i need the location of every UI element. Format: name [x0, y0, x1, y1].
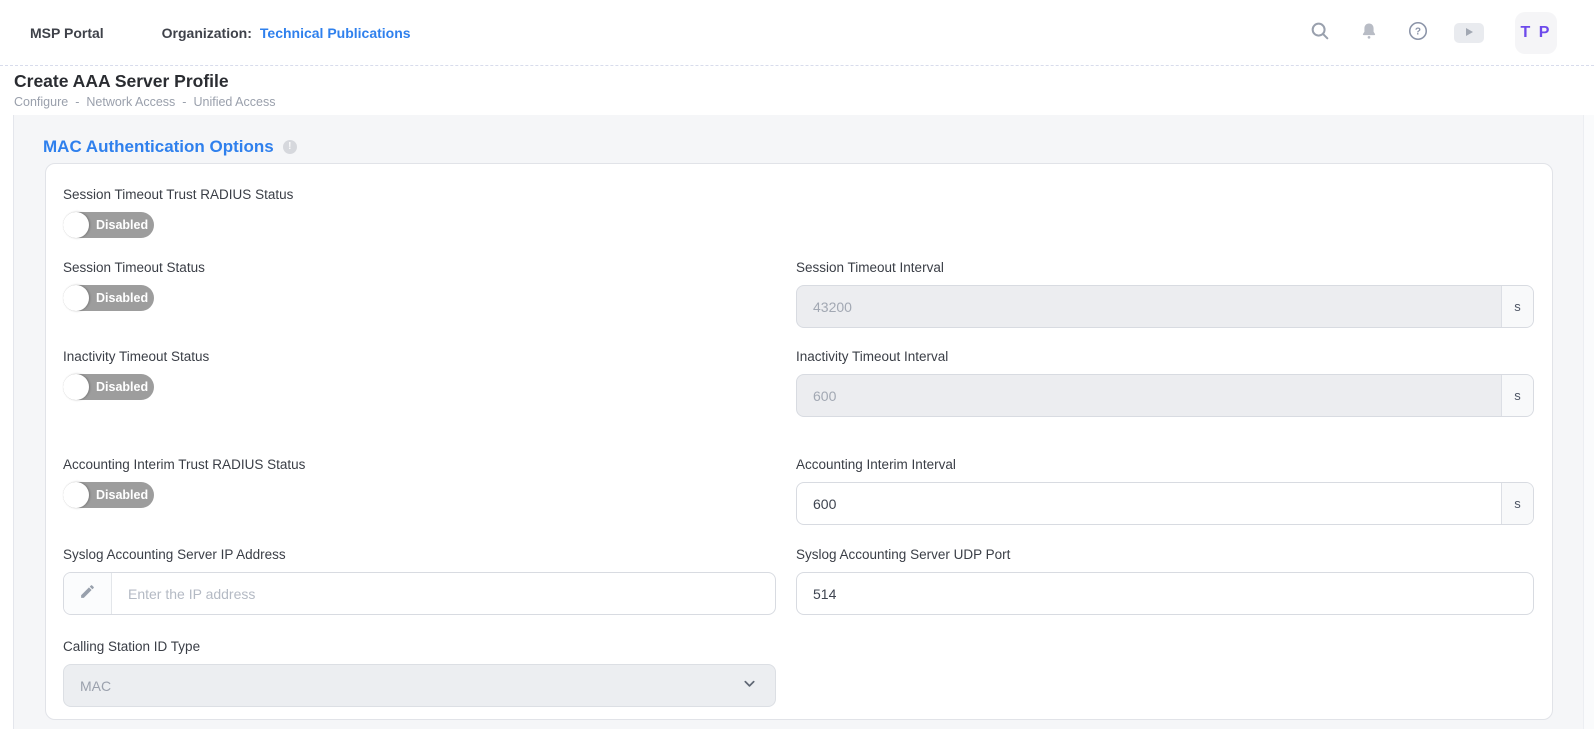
toggle-knob — [63, 285, 89, 311]
mac-auth-options-card: Session Timeout Trust RADIUS Status Disa… — [45, 163, 1553, 720]
page-title: Create AAA Server Profile — [14, 70, 1594, 92]
row-session-timeout-trust: Session Timeout Trust RADIUS Status Disa… — [63, 187, 1534, 238]
edit-addon — [64, 573, 112, 614]
breadcrumb-separator: - — [75, 95, 79, 109]
select-value: MAC — [80, 678, 742, 694]
top-header: MSP Portal Organization: Technical Publi… — [0, 0, 1594, 66]
toggle-state-label: Disabled — [96, 291, 148, 305]
organization-link[interactable]: Technical Publications — [260, 25, 411, 41]
organization-label: Organization: — [162, 25, 252, 41]
session-timeout-status-toggle[interactable]: Disabled — [63, 285, 154, 311]
section-title: MAC Authentication Options — [43, 137, 274, 157]
chevron-down-icon — [742, 676, 757, 696]
play-icon — [1464, 25, 1474, 40]
syslog-port-input[interactable] — [797, 573, 1533, 614]
accounting-interim-trust-label: Accounting Interim Trust RADIUS Status — [63, 457, 776, 473]
breadcrumb-configure[interactable]: Configure — [14, 95, 68, 109]
session-timeout-status-label: Session Timeout Status — [63, 260, 776, 276]
header-actions: ? T P — [1307, 12, 1557, 54]
session-timeout-interval-input[interactable] — [797, 286, 1501, 327]
inactivity-timeout-status-label: Inactivity Timeout Status — [63, 349, 776, 365]
search-button[interactable] — [1307, 20, 1333, 46]
svg-text:?: ? — [1415, 27, 1421, 38]
inactivity-timeout-interval-group: s — [796, 374, 1534, 417]
syslog-ip-label: Syslog Accounting Server IP Address — [63, 547, 776, 563]
syslog-port-label: Syslog Accounting Server UDP Port — [796, 547, 1534, 563]
inactivity-timeout-interval-input[interactable] — [797, 375, 1501, 416]
row-syslog: Syslog Accounting Server IP Address — [63, 547, 1534, 615]
app-screen: MSP Portal Organization: Technical Publi… — [0, 0, 1594, 729]
organization-switcher: Organization: Technical Publications — [162, 25, 411, 41]
content-area: MAC Authentication Options ! Session Tim… — [13, 115, 1594, 729]
seconds-unit-suffix: s — [1501, 483, 1533, 524]
inactivity-timeout-interval-label: Inactivity Timeout Interval — [796, 349, 1534, 365]
info-icon[interactable]: ! — [283, 140, 297, 154]
notifications-button[interactable] — [1356, 20, 1382, 46]
breadcrumb-unified-access[interactable]: Unified Access — [193, 95, 275, 109]
help-icon: ? — [1407, 20, 1429, 45]
toggle-state-label: Disabled — [96, 488, 148, 502]
breadcrumb-network-access[interactable]: Network Access — [86, 95, 175, 109]
user-avatar[interactable]: T P — [1515, 12, 1557, 54]
session-timeout-interval-label: Session Timeout Interval — [796, 260, 1534, 276]
syslog-ip-group — [63, 572, 776, 615]
toggle-knob — [63, 482, 89, 508]
accounting-interim-trust-toggle[interactable]: Disabled — [63, 482, 154, 508]
calling-station-id-label: Calling Station ID Type — [63, 639, 776, 655]
breadcrumb: Configure - Network Access - Unified Acc… — [14, 95, 1594, 109]
page-title-bar: Create AAA Server Profile Configure - Ne… — [0, 66, 1594, 115]
row-accounting-interim: Accounting Interim Trust RADIUS Status D… — [63, 457, 1534, 525]
row-inactivity-timeout: Inactivity Timeout Status Disabled Inact… — [63, 349, 1534, 417]
syslog-port-group — [796, 572, 1534, 615]
toggle-knob — [63, 212, 89, 238]
session-timeout-trust-toggle[interactable]: Disabled — [63, 212, 154, 238]
row-calling-station: Calling Station ID Type MAC — [63, 639, 1534, 707]
bell-icon — [1359, 21, 1379, 44]
search-icon — [1309, 20, 1331, 45]
session-timeout-interval-group: s — [796, 285, 1534, 328]
seconds-unit-suffix: s — [1501, 286, 1533, 327]
video-tour-button[interactable] — [1454, 23, 1484, 43]
section-header: MAC Authentication Options ! — [43, 136, 1594, 157]
scrollbar-track[interactable] — [1583, 115, 1594, 729]
accounting-interim-interval-label: Accounting Interim Interval — [796, 457, 1534, 473]
seconds-unit-suffix: s — [1501, 375, 1533, 416]
breadcrumb-separator: - — [182, 95, 186, 109]
inactivity-timeout-status-toggle[interactable]: Disabled — [63, 374, 154, 400]
toggle-state-label: Disabled — [96, 218, 148, 232]
brand-title: MSP Portal — [30, 25, 104, 41]
pencil-icon — [79, 583, 96, 605]
help-button[interactable]: ? — [1405, 20, 1431, 46]
accounting-interim-interval-input[interactable] — [797, 483, 1501, 524]
syslog-ip-input[interactable] — [112, 573, 775, 614]
toggle-knob — [63, 374, 89, 400]
session-timeout-trust-label: Session Timeout Trust RADIUS Status — [63, 187, 776, 203]
row-session-timeout: Session Timeout Status Disabled Session … — [63, 260, 1534, 328]
accounting-interim-interval-group: s — [796, 482, 1534, 525]
calling-station-id-select[interactable]: MAC — [63, 664, 776, 707]
toggle-state-label: Disabled — [96, 380, 148, 394]
